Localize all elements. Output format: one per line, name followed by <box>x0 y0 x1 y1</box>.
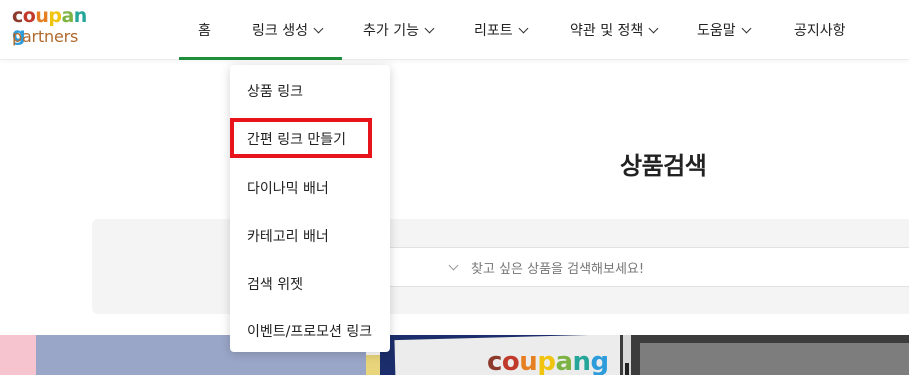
banner-pink-block <box>0 335 36 375</box>
nav-label: 약관 및 정책 <box>570 23 644 39</box>
dropdown-item-event-promo-link[interactable]: 이벤트/프로모션 링크 <box>247 321 372 341</box>
banner-logo-letter: g <box>590 347 610 375</box>
nav-notice[interactable]: 공지사항 <box>794 0 846 60</box>
logo-letter: a <box>61 5 74 27</box>
search-placeholder: 찾고 싶은 상품을 검색해보세요! <box>448 258 645 277</box>
logo-letter: u <box>35 5 49 27</box>
highlight-box <box>230 118 372 158</box>
coupang-partners-logo[interactable]: coupang partners <box>12 7 92 47</box>
nav-label: 리포트 <box>474 23 513 39</box>
chevron-down-icon <box>424 23 435 33</box>
nav-terms-policy[interactable]: 약관 및 정책 <box>570 0 659 60</box>
nav-label: 링크 생성 <box>252 23 308 39</box>
nav-report[interactable]: 리포트 <box>474 0 529 60</box>
dropdown-item-category-banner[interactable]: 카테고리 배너 <box>247 226 329 246</box>
nav-active-indicator <box>179 57 342 60</box>
banner-logo-letter: p <box>537 347 556 375</box>
banner-logo-letter: a <box>555 347 573 375</box>
nav-label: 공지사항 <box>794 23 846 39</box>
nav-label: 도움말 <box>697 23 736 39</box>
chevron-down-icon <box>648 23 659 33</box>
dropdown-item-product-link[interactable]: 상품 링크 <box>247 81 303 101</box>
nav-label: 추가 기능 <box>363 23 419 39</box>
banner-logo-letter: o <box>501 347 520 375</box>
dropdown-item-search-widget[interactable]: 검색 위젯 <box>247 274 303 294</box>
page-title: 상품검색 <box>620 152 707 180</box>
nav-home[interactable]: 홈 <box>198 0 211 60</box>
banner-gray-block <box>640 343 909 375</box>
top-header: coupang partners 홈 링크 생성 추가 기능 리포트 약관 및 … <box>0 0 909 60</box>
logo-wordmark: coupang <box>12 5 92 45</box>
chevron-down-icon <box>518 23 529 33</box>
nav-link-create[interactable]: 링크 생성 <box>252 0 324 60</box>
link-create-dropdown: 상품 링크 간편 링크 만들기 다이나믹 배너 카테고리 배너 검색 위젯 이벤… <box>230 65 390 352</box>
banner-stick-tip <box>625 363 629 375</box>
chevron-down-icon[interactable] <box>448 260 459 271</box>
logo-subtitle: partners <box>12 27 79 46</box>
logo-letter: p <box>48 5 62 27</box>
banner-logo-letter: u <box>519 347 538 375</box>
logo-letter: n <box>73 5 88 27</box>
chevron-down-icon <box>741 23 752 33</box>
promo-banner[interactable]: coupang <box>0 335 909 375</box>
nav-label: 홈 <box>198 23 211 39</box>
nav-extra-features[interactable]: 추가 기능 <box>363 0 435 60</box>
banner-logo-letter: n <box>572 347 591 375</box>
banner-coupang-logo: coupang <box>487 347 609 375</box>
search-placeholder-text: 찾고 싶은 상품을 검색해보세요! <box>471 262 645 277</box>
nav-help[interactable]: 도움말 <box>697 0 752 60</box>
dropdown-item-dynamic-banner[interactable]: 다이나믹 배너 <box>247 178 329 198</box>
chevron-down-icon <box>313 23 324 33</box>
banner-logo-letter: c <box>487 347 502 375</box>
